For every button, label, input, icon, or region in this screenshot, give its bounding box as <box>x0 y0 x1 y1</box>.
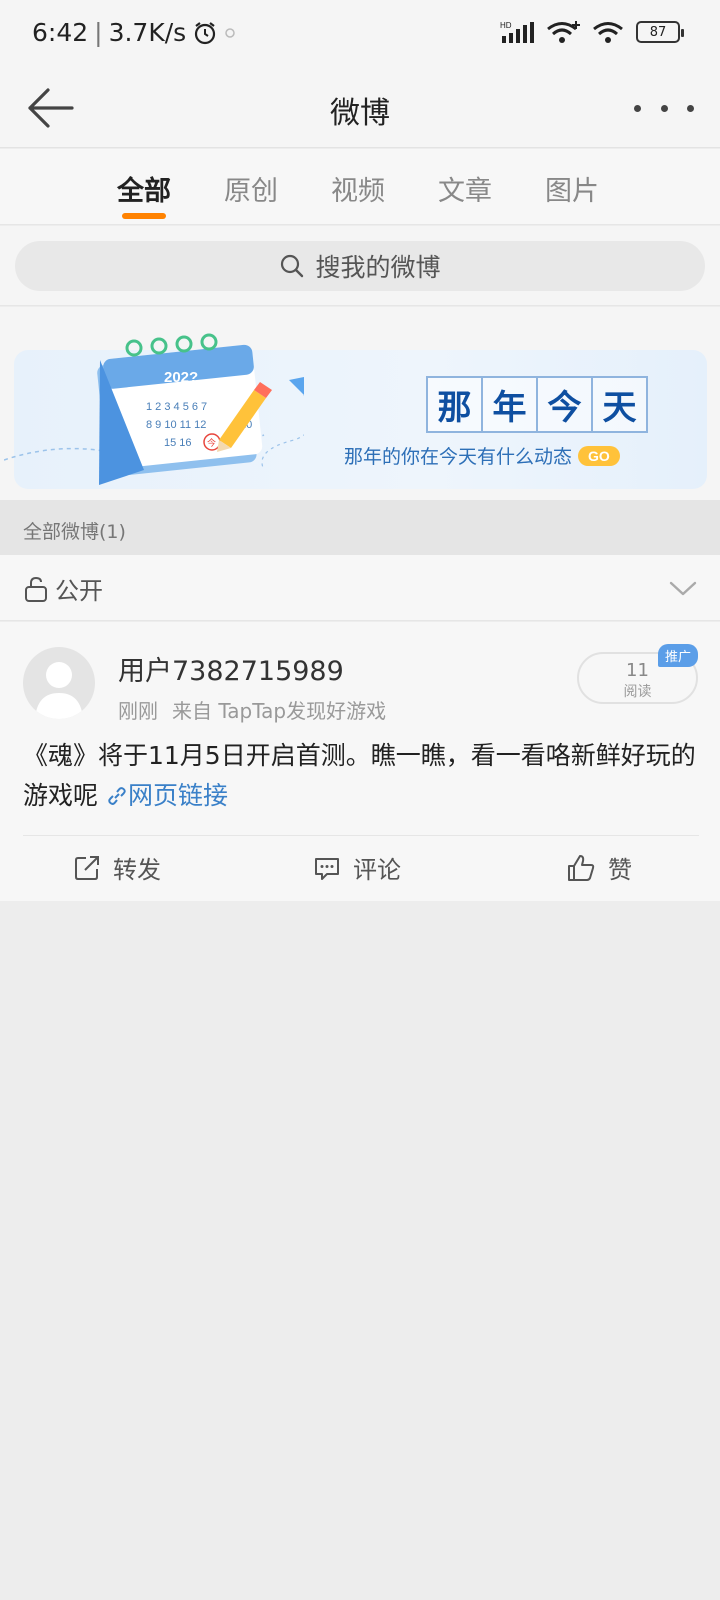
visibility-label-group: 公开 <box>23 571 103 606</box>
more-dot <box>634 104 641 112</box>
tab-article[interactable]: 文章 <box>438 169 492 208</box>
alarm-icon <box>195 21 216 44</box>
section-header: 全部微博(1) <box>0 500 720 555</box>
tab-active-indicator <box>122 213 166 219</box>
that-day-title: 那 年 今 天 <box>426 376 648 433</box>
signal-icon: HD <box>500 21 534 43</box>
dot-icon <box>225 27 235 38</box>
page-title: 微博 <box>330 96 390 131</box>
title-char: 年 <box>481 376 538 433</box>
default-avatar-icon <box>35 662 83 719</box>
share-icon <box>75 855 99 880</box>
status-speed: 3.7K/s <box>108 18 187 47</box>
calendar-illustration-icon: 202? 1 2 3 4 5 6 7 8 9 10 11 12 15 16 今 … <box>4 333 304 485</box>
post-card[interactable]: 用户7382715989 刚刚 来自 TapTap发现好游戏 11 阅读 推广 … <box>0 622 720 901</box>
tab-original[interactable]: 原创 <box>224 169 278 208</box>
post-username[interactable]: 用户7382715989 <box>118 649 344 688</box>
web-link-label: 网页链接 <box>127 781 228 810</box>
battery-level: 87 <box>649 24 667 40</box>
wifi-2-icon <box>593 22 623 43</box>
calendar-row-2: 8 9 10 11 12 <box>146 419 206 431</box>
visibility-filter[interactable]: 公开 <box>0 555 720 621</box>
more-dot <box>660 104 668 112</box>
more-dot <box>687 104 694 112</box>
calendar-year: 202? <box>164 369 198 386</box>
visibility-label: 公开 <box>55 577 103 605</box>
post-meta: 刚刚 来自 TapTap发现好游戏 <box>118 695 386 724</box>
banner-section: 202? 1 2 3 4 5 6 7 8 9 10 11 12 15 16 今 … <box>0 307 720 500</box>
status-bar: 6:42 | 3.7K/s HD 87 <box>0 0 720 70</box>
status-right: HD 87 <box>500 20 684 44</box>
link-icon <box>108 787 126 805</box>
post-actions: 转发 评论 赞 <box>23 835 699 901</box>
web-link[interactable]: 网页链接 <box>106 781 228 810</box>
status-time: 6:42 <box>32 18 89 47</box>
repost-button[interactable]: 转发 <box>73 850 161 885</box>
banner-subtitle-text: 那年的你在今天有什么动态 <box>344 446 573 468</box>
search-section: 搜我的微博 <box>0 226 720 306</box>
comment-icon <box>315 857 339 880</box>
search-icon <box>281 254 304 278</box>
banner-subtitle: 那年的你在今天有什么动态 GO <box>344 442 620 469</box>
tab-all[interactable]: 全部 <box>117 169 171 208</box>
calendar-row-1: 1 2 3 4 5 6 7 <box>146 401 207 413</box>
that-day-banner[interactable]: 202? 1 2 3 4 5 6 7 8 9 10 11 12 15 16 今 … <box>4 333 707 489</box>
read-label: 阅读 <box>623 684 652 700</box>
tab-bar: 全部 原创 视频 文章 图片 <box>0 149 720 225</box>
repost-label: 转发 <box>113 856 161 884</box>
search-input[interactable]: 搜我的微博 <box>15 241 705 291</box>
tab-video[interactable]: 视频 <box>331 169 385 208</box>
unlock-icon <box>25 576 47 602</box>
comment-label: 评论 <box>353 856 401 884</box>
chevron-down-icon <box>669 581 697 596</box>
thumbs-up-icon <box>568 854 595 881</box>
promote-badge[interactable]: 推广 <box>658 644 699 667</box>
tab-image[interactable]: 图片 <box>545 169 599 208</box>
status-left: 6:42 | 3.7K/s <box>32 18 236 47</box>
go-button[interactable]: GO <box>578 445 620 466</box>
calendar-row-3: 15 16 <box>164 437 192 449</box>
title-char: 今 <box>536 376 593 433</box>
like-button[interactable]: 赞 <box>566 850 632 885</box>
status-divider: | <box>94 18 103 47</box>
section-title: 全部微博(1) <box>23 521 126 543</box>
title-char: 天 <box>591 376 648 433</box>
post-content: 《魂》将于11月5日开启首测。瞧一瞧，看一看咯新鲜好玩的游戏呢 网页链接 <box>23 736 703 816</box>
battery-icon: 87 <box>636 21 684 43</box>
nav-bar: 微博 <box>0 70 720 148</box>
avatar[interactable] <box>23 647 95 719</box>
like-label: 赞 <box>608 856 632 884</box>
search-placeholder: 搜我的微博 <box>315 253 441 282</box>
post-source[interactable]: 来自 TapTap发现好游戏 <box>172 695 386 724</box>
comment-button[interactable]: 评论 <box>313 850 401 885</box>
more-button[interactable] <box>634 88 694 128</box>
wifi-icon <box>547 21 580 43</box>
calendar-today-mark: 今 <box>207 437 216 449</box>
post-time: 刚刚 <box>118 699 158 723</box>
title-char: 那 <box>426 376 483 433</box>
signal-hd-label: HD <box>500 21 512 30</box>
